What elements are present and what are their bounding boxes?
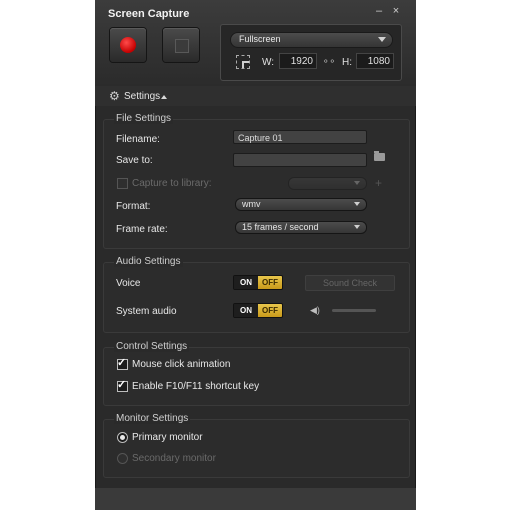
settings-label: Settings (124, 91, 161, 102)
screen-capture-window: Screen Capture – × Fullscreen W: 1920 ⚬⚬… (95, 0, 416, 510)
primary-monitor-label: Primary monitor (132, 432, 203, 443)
library-dropdown[interactable] (288, 177, 367, 190)
file-settings-title: File Settings (114, 113, 174, 124)
system-audio-off: OFF (258, 304, 282, 317)
gear-icon: ⚙ (109, 89, 120, 103)
monitor-settings-title: Monitor Settings (114, 413, 191, 424)
height-input[interactable]: 1080 (356, 53, 394, 69)
stop-icon (175, 39, 189, 53)
shortcut-key-checkbox[interactable]: ✓ (117, 379, 128, 392)
capture-mode-dropdown[interactable]: Fullscreen (230, 32, 393, 48)
secondary-monitor-label: Secondary monitor (132, 453, 216, 464)
voice-toggle[interactable]: ON OFF (233, 275, 283, 290)
capture-to-library-label: Capture to library: (132, 178, 212, 189)
format-dropdown[interactable]: wmv (235, 198, 367, 211)
window-title: Screen Capture (108, 8, 190, 20)
system-audio-on: ON (234, 304, 258, 317)
voice-on: ON (234, 276, 258, 289)
format-value: wmv (242, 199, 261, 209)
mouse-click-checkbox[interactable]: ✓ (117, 357, 128, 370)
volume-slider[interactable] (332, 309, 376, 312)
speaker-icon: ◀) (310, 305, 320, 315)
sound-check-button[interactable]: Sound Check (305, 275, 395, 291)
audio-settings-title: Audio Settings (114, 256, 183, 267)
record-button[interactable] (110, 28, 146, 62)
capture-to-library-checkbox[interactable] (117, 178, 128, 189)
primary-monitor-radio[interactable] (117, 432, 128, 443)
chevron-down-icon (354, 181, 360, 185)
chevron-up-icon (161, 95, 167, 99)
control-settings-title: Control Settings (114, 341, 190, 352)
width-label: W: (262, 57, 275, 68)
control-settings-panel (103, 347, 410, 406)
check-icon: ✓ (117, 379, 127, 391)
frame-rate-dropdown[interactable]: 15 frames / second (235, 221, 367, 234)
chevron-down-icon (354, 202, 360, 206)
shortcut-key-label: Enable F10/F11 shortcut key (132, 381, 260, 392)
frame-rate-label: Frame rate: (116, 224, 168, 235)
save-to-input[interactable] (233, 153, 367, 167)
monitor-settings-panel (103, 419, 410, 478)
select-region-icon[interactable] (236, 55, 250, 69)
settings-toggle[interactable]: ⚙ Settings (95, 86, 416, 106)
frame-rate-value: 15 frames / second (242, 222, 319, 232)
secondary-monitor-radio[interactable] (117, 453, 128, 464)
add-library-icon[interactable]: + (375, 176, 382, 190)
title-bar: Screen Capture – × Fullscreen W: 1920 ⚬⚬… (95, 0, 416, 86)
format-label: Format: (116, 201, 151, 212)
folder-icon[interactable] (374, 151, 385, 161)
mouse-click-label: Mouse click animation (132, 359, 231, 370)
filename-label: Filename: (116, 134, 160, 145)
system-audio-toggle[interactable]: ON OFF (233, 303, 283, 318)
record-icon (120, 37, 136, 53)
filename-input[interactable]: Capture 01 (233, 130, 367, 144)
stop-button[interactable] (163, 28, 199, 62)
voice-off: OFF (258, 276, 282, 289)
chevron-down-icon (354, 225, 360, 229)
voice-label: Voice (116, 278, 141, 289)
save-to-label: Save to: (116, 155, 153, 166)
bottom-bar (95, 488, 416, 510)
capture-area-panel: Fullscreen W: 1920 ⚬⚬ H: 1080 (220, 24, 402, 81)
capture-mode-value: Fullscreen (239, 34, 281, 44)
minimize-icon[interactable]: – (372, 4, 386, 18)
chevron-down-icon (378, 37, 386, 42)
audio-settings-panel (103, 262, 410, 333)
height-label: H: (342, 57, 352, 68)
system-audio-label: System audio (116, 306, 177, 317)
link-aspect-icon[interactable]: ⚬⚬ (322, 56, 336, 67)
check-icon: ✓ (117, 357, 127, 369)
close-icon[interactable]: × (389, 4, 403, 18)
width-input[interactable]: 1920 (279, 53, 317, 69)
